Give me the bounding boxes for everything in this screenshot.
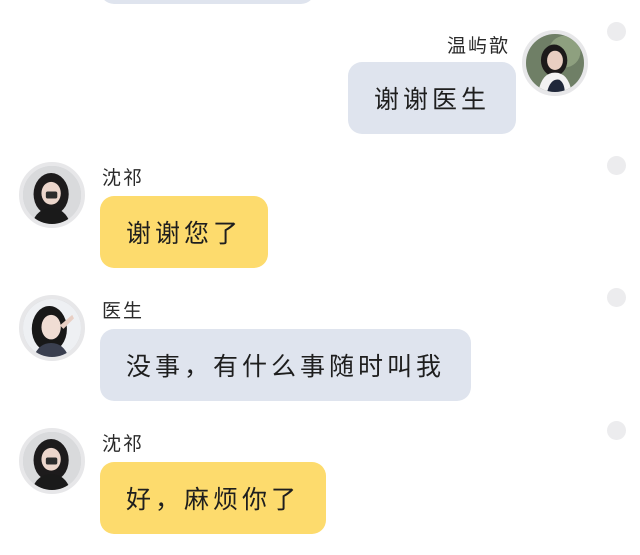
select-circle-icon[interactable]	[607, 22, 626, 41]
avatar-image-icon	[23, 432, 81, 490]
avatar-image-icon	[23, 299, 81, 357]
sender-name: 沈祁	[102, 433, 145, 455]
chat-thread: 温屿歆 谢谢医生 沈祁 谢谢您了 医生 没事，有什么事随时叫我 沈祁 好，麻烦你…	[0, 0, 640, 555]
select-circle-icon[interactable]	[607, 156, 626, 175]
previous-message-bubble[interactable]	[100, 0, 315, 4]
select-circle-icon[interactable]	[607, 421, 626, 440]
sender-name: 沈祁	[102, 167, 145, 189]
message-bubble[interactable]: 谢谢医生	[348, 62, 517, 134]
avatar[interactable]	[19, 162, 85, 228]
message-bubble[interactable]: 没事，有什么事随时叫我	[100, 329, 472, 401]
sender-name: 医生	[102, 300, 145, 322]
message-bubble[interactable]: 谢谢您了	[100, 196, 269, 268]
avatar[interactable]	[522, 30, 588, 96]
avatar-image-icon	[23, 166, 81, 224]
avatar[interactable]	[19, 295, 85, 361]
avatar-image-icon	[526, 34, 584, 92]
sender-name: 温屿歆	[447, 35, 511, 57]
message-bubble[interactable]: 好，麻烦你了	[100, 462, 327, 534]
select-circle-icon[interactable]	[607, 288, 626, 307]
avatar[interactable]	[19, 428, 85, 494]
